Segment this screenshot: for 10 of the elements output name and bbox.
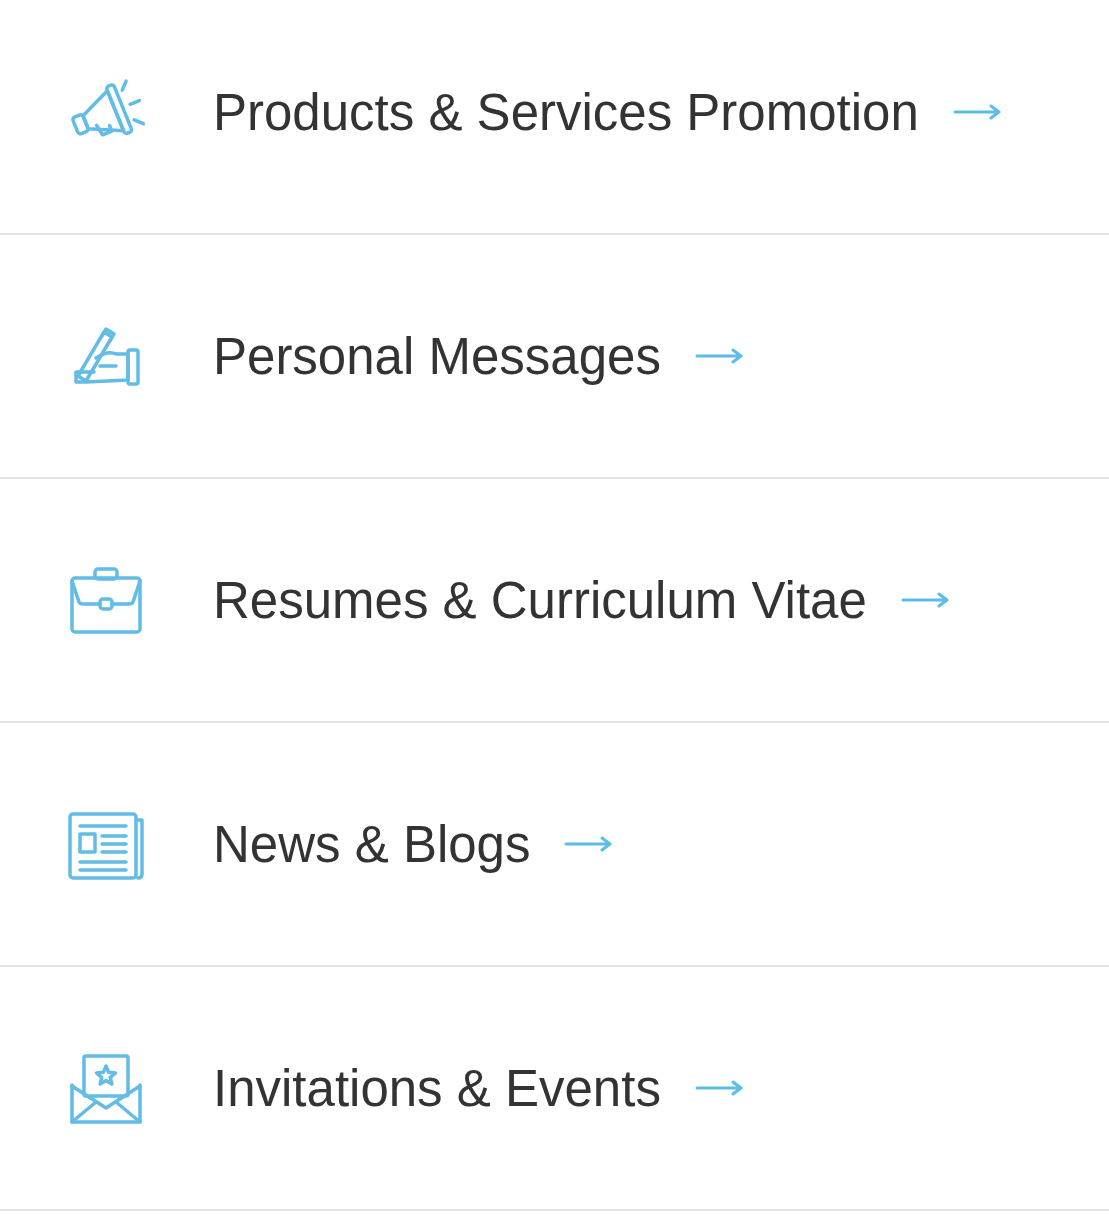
category-link[interactable]: Personal Messages xyxy=(0,235,1109,479)
arrow-right-icon xyxy=(900,592,949,608)
category-link[interactable]: Resumes & Curriculum Vitae xyxy=(0,479,1109,723)
arrow-right-icon xyxy=(694,348,743,364)
category-link[interactable]: Products & Services Promotion xyxy=(0,0,1109,235)
category-link[interactable]: News & Blogs xyxy=(0,723,1109,967)
category-link[interactable]: Invitations & Events xyxy=(0,967,1109,1211)
arrow-right-icon xyxy=(694,1080,743,1096)
arrow-right-icon xyxy=(952,104,1001,120)
arrow-right-icon xyxy=(564,836,613,852)
